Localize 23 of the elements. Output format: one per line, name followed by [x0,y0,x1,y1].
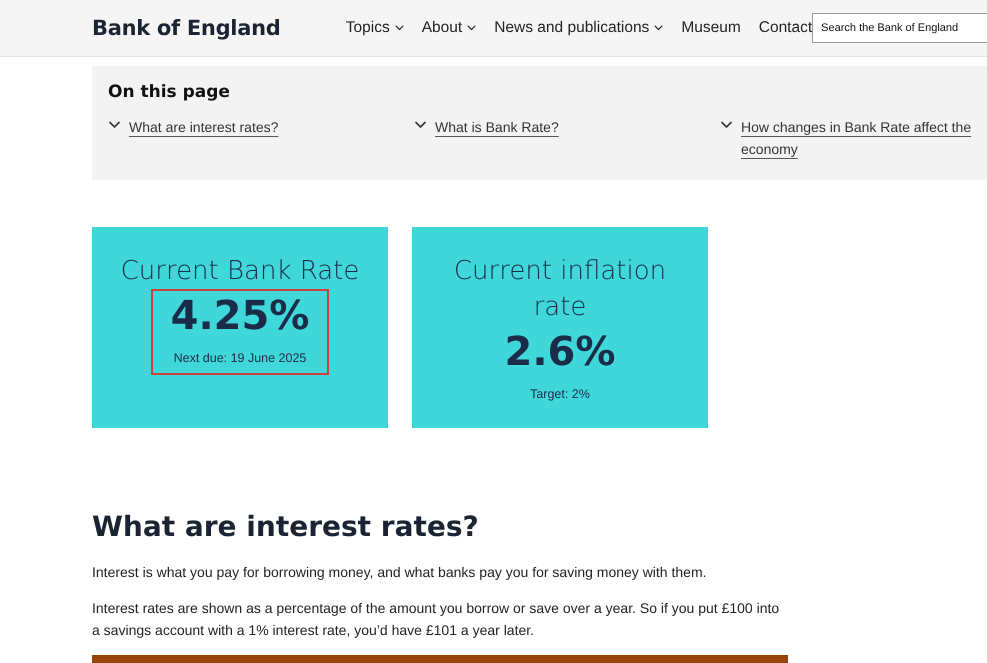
nav-link[interactable]: About [422,19,476,37]
stat-value: 2.6% [504,329,616,375]
card-title: Current Bank Rate [120,255,360,288]
stat-note: Next due: 19 June 2025 [174,351,306,365]
stat-note: Target: 2% [530,387,590,401]
panel-title: On this page [108,82,231,102]
anchor-link[interactable]: What is Bank Rate? [435,116,559,138]
nav-link[interactable]: Topics [346,19,404,37]
chevron-down-icon [720,121,733,129]
anchor-link[interactable]: How changes in Bank Rate affect the economy [741,116,980,160]
nav-link[interactable]: Contact [758,19,812,37]
paragraph: Interest rates are shown as a percentage of the amount you borrow or save over a year. So if you put £100 into a savings account with a 1% interest rate, you’d have £101 a year later. [92,599,780,640]
logo[interactable]: Bank of England [92,16,346,40]
search-field[interactable]: Search the Bank of England [812,13,987,43]
chevron-down-icon [414,121,427,129]
stat-value: 4.25% [170,293,310,339]
card-title: Current inflation rate [452,255,668,324]
paragraph: Interest is what you pay for borrowing money, and what banks pay you for saving money with them. [92,563,708,582]
nav-link[interactable]: News and publications [494,19,664,37]
chevron-down-icon [108,121,121,129]
anchor-link[interactable]: What are interest rates? [129,116,278,138]
section-heading: What are interest rates? [92,510,480,543]
nav-link[interactable]: Museum [681,19,741,37]
